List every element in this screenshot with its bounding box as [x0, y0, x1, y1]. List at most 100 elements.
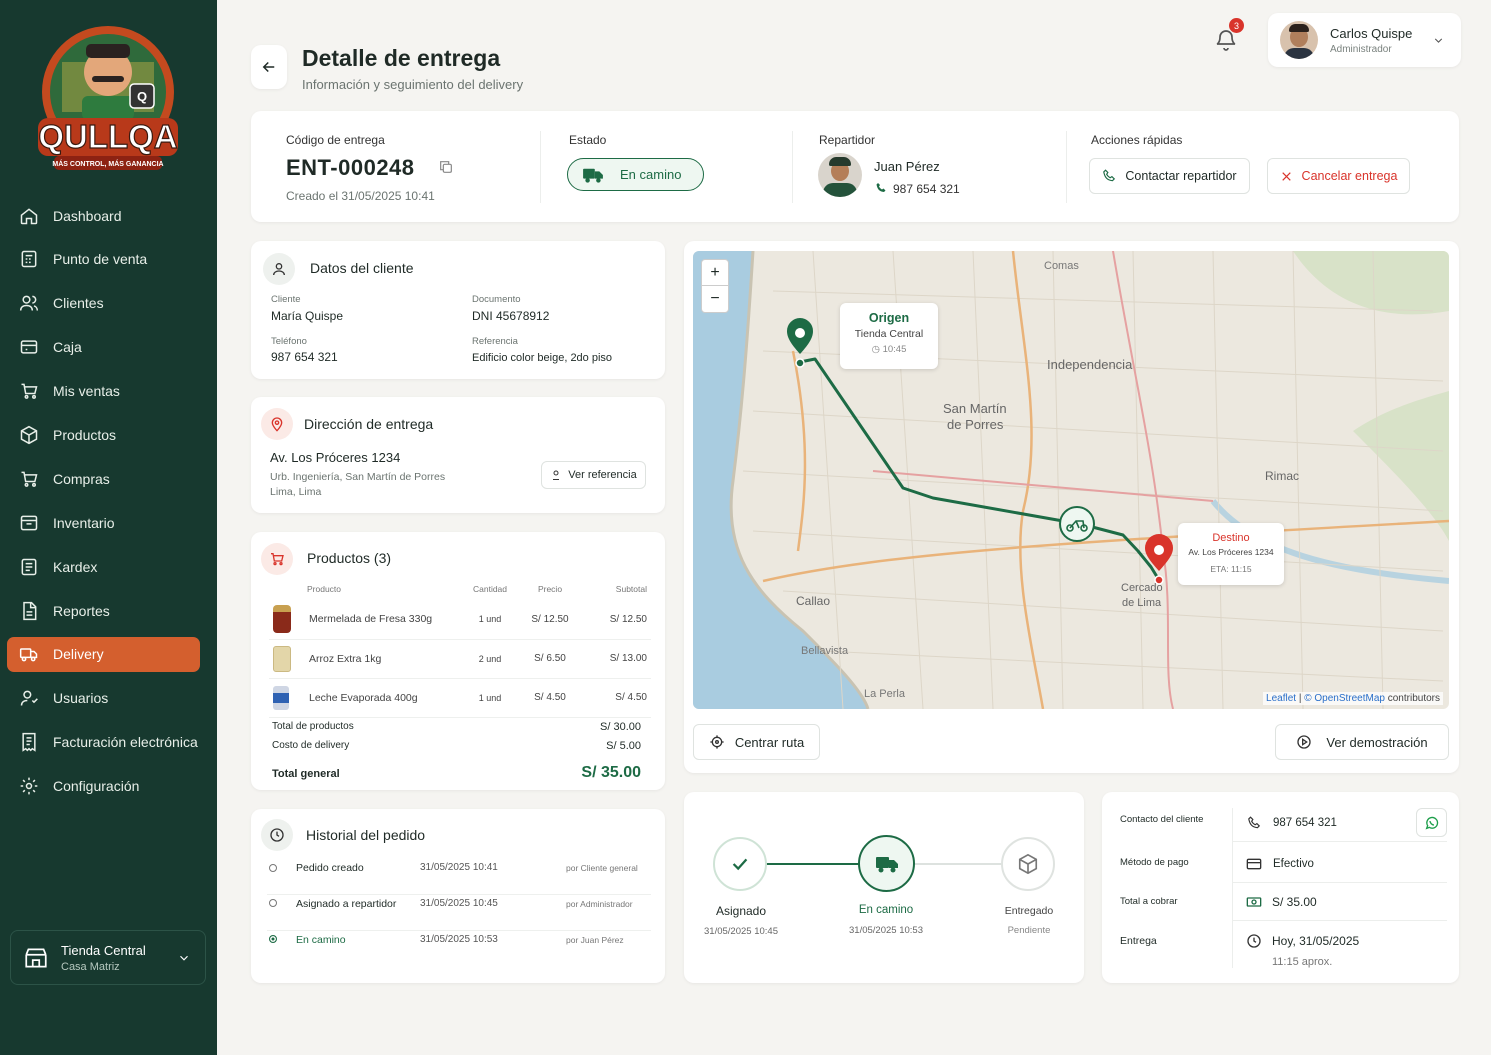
view-demo-button[interactable]: Ver demostración	[1275, 724, 1449, 760]
client-contact-label: Contacto del cliente	[1120, 814, 1204, 825]
client-ref-label: Referencia	[472, 336, 518, 347]
sidebar-item-configuracion[interactable]: Configuración	[7, 769, 200, 804]
status-label: Estado	[569, 133, 607, 147]
cancel-delivery-button[interactable]: Cancelar entrega	[1267, 158, 1410, 194]
table-row[interactable]: Leche Evaporada 400g 1 und S/ 4.50 S/ 4.…	[269, 678, 651, 718]
back-button[interactable]	[251, 45, 287, 89]
jam-jar-icon	[273, 605, 291, 634]
delivery-time-label: Entrega	[1120, 935, 1157, 947]
svg-text:MÁS CONTROL, MÁS GANANCIA: MÁS CONTROL, MÁS GANANCIA	[52, 159, 163, 168]
map-label-cercado-1: Cercado	[1121, 582, 1163, 594]
contact-courier-button[interactable]: Contactar repartidor	[1089, 158, 1250, 194]
sidebar-item-dashboard[interactable]: Dashboard	[7, 198, 200, 233]
status-badge: En camino	[567, 158, 704, 191]
map-label-independencia: Independencia	[1047, 357, 1133, 372]
user-cog-icon	[20, 690, 38, 706]
table-row[interactable]: Arroz Extra 1kg 2 und S/ 6.50 S/ 13.00	[269, 639, 651, 679]
sidebar-item-pos[interactable]: Punto de venta	[7, 242, 200, 277]
table-row[interactable]: Mermelada de Fresa 330g 1 und S/ 12.50 S…	[269, 600, 651, 640]
table-header: Producto Cantidad Precio Subtotal	[307, 584, 647, 594]
whatsapp-button[interactable]	[1416, 808, 1447, 837]
milk-can-icon	[273, 685, 289, 710]
sidebar-item-label: Compras	[53, 470, 110, 487]
view-reference-button[interactable]: Ver referencia	[541, 461, 646, 489]
osm-link[interactable]: © OpenStreetMap	[1304, 693, 1385, 704]
sidebar-item-inventario[interactable]: Inventario	[7, 505, 200, 540]
sidebar-item-label: Kardex	[53, 558, 98, 575]
sidebar-item-usuarios[interactable]: Usuarios	[7, 681, 200, 716]
clock-icon: ◷	[871, 344, 883, 355]
client-title: Datos del cliente	[310, 260, 414, 276]
sidebar-item-label: Caja	[53, 339, 82, 356]
user-icon	[263, 253, 295, 285]
map-label-smp-2: de Porres	[947, 417, 1004, 432]
sidebar-item-reportes[interactable]: Reportes	[7, 593, 200, 628]
phone-icon	[1103, 169, 1116, 182]
user-menu[interactable]: Carlos Quispe Administrador	[1268, 13, 1461, 67]
history-card: Historial del pedido Pedido creado 31/05…	[251, 809, 665, 983]
sidebar-item-mis-ventas[interactable]: Mis ventas	[7, 374, 200, 409]
report-icon	[23, 601, 37, 620]
sidebar-item-compras[interactable]: Compras	[7, 461, 200, 496]
avatar	[1280, 21, 1318, 59]
copy-icon[interactable]	[438, 159, 454, 175]
phone-icon	[876, 183, 886, 192]
sidebar-item-label: Productos	[53, 426, 117, 443]
invoice-icon	[22, 733, 36, 752]
box-icon	[20, 425, 38, 445]
map-attribution: Leaflet | © OpenStreetMap contributors	[1263, 692, 1443, 705]
sidebar-item-caja[interactable]: Caja	[7, 330, 200, 365]
person-pin-icon	[553, 470, 560, 480]
home-icon	[20, 207, 38, 224]
client-card: Datos del cliente Cliente María Quispe D…	[251, 241, 665, 379]
leaflet-link[interactable]: Leaflet	[1266, 693, 1296, 704]
history-row: Asignado a repartidor 31/05/2025 10:45 p…	[267, 895, 651, 931]
destination-popup: Destino Av. Los Próceres 1234 ETA: 11:15	[1178, 523, 1284, 585]
client-doc: DNI 45678912	[472, 309, 550, 323]
zoom-in-button[interactable]: +	[702, 260, 728, 286]
step-label: Entregado	[1004, 905, 1054, 917]
client-phone: 987 654 321	[271, 350, 338, 364]
products-title: Productos (3)	[307, 550, 392, 566]
products-card: Productos (3) Producto Cantidad Precio S…	[251, 532, 665, 790]
center-route-button[interactable]: Centrar ruta	[693, 724, 820, 760]
courier-phone: 987 654 321	[893, 182, 960, 196]
sidebar-item-facturacion[interactable]: Facturación electrónica	[7, 725, 200, 760]
total-to-collect-value: S/ 35.00	[1272, 895, 1317, 909]
store-name: Tienda Central	[61, 942, 146, 958]
sidebar-item-label: Inventario	[53, 514, 115, 531]
zoom-out-button[interactable]: −	[702, 286, 728, 312]
sidebar-item-label: Clientes	[53, 295, 104, 312]
delivery-icon	[19, 648, 38, 662]
sidebar-item-label: Mis ventas	[53, 383, 120, 400]
cash-icon	[1246, 897, 1262, 907]
sidebar-item-clientes[interactable]: Clientes	[7, 286, 200, 321]
close-icon	[1281, 171, 1291, 181]
brand-logo[interactable]: Q QULLQA MÁS CONTROL, MÁS GANANCIA	[34, 22, 182, 178]
sidebar-item-delivery[interactable]: Delivery	[7, 636, 200, 672]
notifications-button[interactable]: 3	[1212, 18, 1244, 54]
clock-icon	[261, 819, 293, 851]
crosshair-icon	[710, 735, 724, 749]
sidebar-item-kardex[interactable]: Kardex	[7, 549, 200, 584]
truck-icon	[875, 856, 898, 872]
clock-icon	[1247, 934, 1261, 948]
store-selector[interactable]: Tienda Central Casa Matriz	[10, 930, 206, 985]
sidebar-item-label: Configuración	[53, 778, 140, 795]
list-icon	[21, 558, 37, 575]
cart-icon	[261, 543, 293, 575]
cash-register-icon	[20, 340, 38, 354]
grand-total-value: S/ 35.00	[581, 764, 641, 781]
client-doc-label: Documento	[472, 294, 521, 305]
map-label-smp-1: San Martín	[943, 401, 1007, 416]
delivery-code: ENT-000248	[286, 155, 415, 180]
delivery-time-value: 11:15 aprox.	[1272, 956, 1333, 968]
rice-bag-icon	[273, 645, 291, 672]
route-map[interactable]: Comas Independencia San Martín de Porres…	[693, 251, 1449, 709]
sidebar-item-productos[interactable]: Productos	[7, 417, 200, 452]
delivery-cost-value: S/ 5.00	[606, 740, 641, 752]
map-canvas	[693, 251, 1449, 709]
card-icon	[1246, 858, 1262, 870]
sidebar-item-label: Reportes	[53, 602, 110, 619]
chevron-down-icon	[1434, 37, 1443, 43]
